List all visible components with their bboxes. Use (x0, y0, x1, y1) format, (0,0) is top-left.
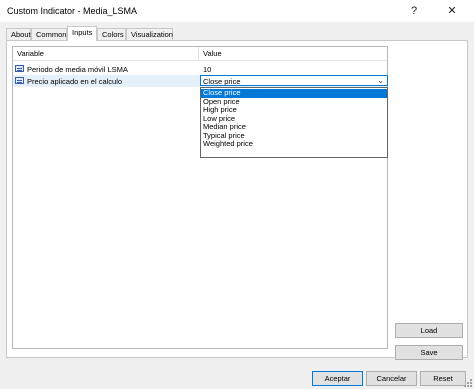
row-variable: Periodo de media móvil LSMA (27, 65, 128, 74)
tab-colors[interactable]: Colors (97, 28, 126, 40)
select-current-value: Close price (203, 77, 241, 86)
column-separator[interactable] (198, 47, 199, 60)
input-variable-icon (15, 77, 24, 84)
resize-grip-icon[interactable] (464, 379, 472, 387)
reset-button[interactable]: Reset (420, 371, 466, 386)
load-button[interactable]: Load (395, 323, 463, 338)
column-header-variable[interactable]: Variable (17, 49, 44, 58)
tab-visualization[interactable]: Visualization (126, 28, 173, 40)
close-button[interactable]: ✕ (441, 2, 463, 20)
grid-header: Variable Value (13, 47, 387, 61)
tab-about[interactable]: About (6, 28, 31, 40)
title-bar: Custom Indicator - Media_LSMA ? ✕ (0, 0, 474, 22)
applied-price-dropdown-list: Close price Open price High price Low pr… (200, 87, 388, 158)
applied-price-select[interactable]: Close price ⌄ (200, 75, 388, 86)
row-variable: Precio aplicado en el calculo (27, 77, 123, 86)
input-variable-icon (15, 65, 24, 72)
row-value[interactable]: 10 (203, 65, 211, 74)
accept-button[interactable]: Aceptar (312, 371, 363, 386)
help-button[interactable]: ? (403, 2, 425, 20)
column-header-value[interactable]: Value (203, 49, 222, 58)
tab-common[interactable]: Common (31, 28, 67, 40)
dropdown-option[interactable]: Weighted price (201, 139, 387, 149)
cancel-button[interactable]: Cancelar (366, 371, 417, 386)
grid-row[interactable]: Periodo de media móvil LSMA 10 (13, 63, 387, 75)
tab-inputs[interactable]: Inputs (67, 26, 97, 41)
window-title: Custom Indicator - Media_LSMA (7, 6, 138, 16)
save-button[interactable]: Save (395, 345, 463, 360)
chevron-down-icon[interactable]: ⌄ (377, 76, 384, 85)
